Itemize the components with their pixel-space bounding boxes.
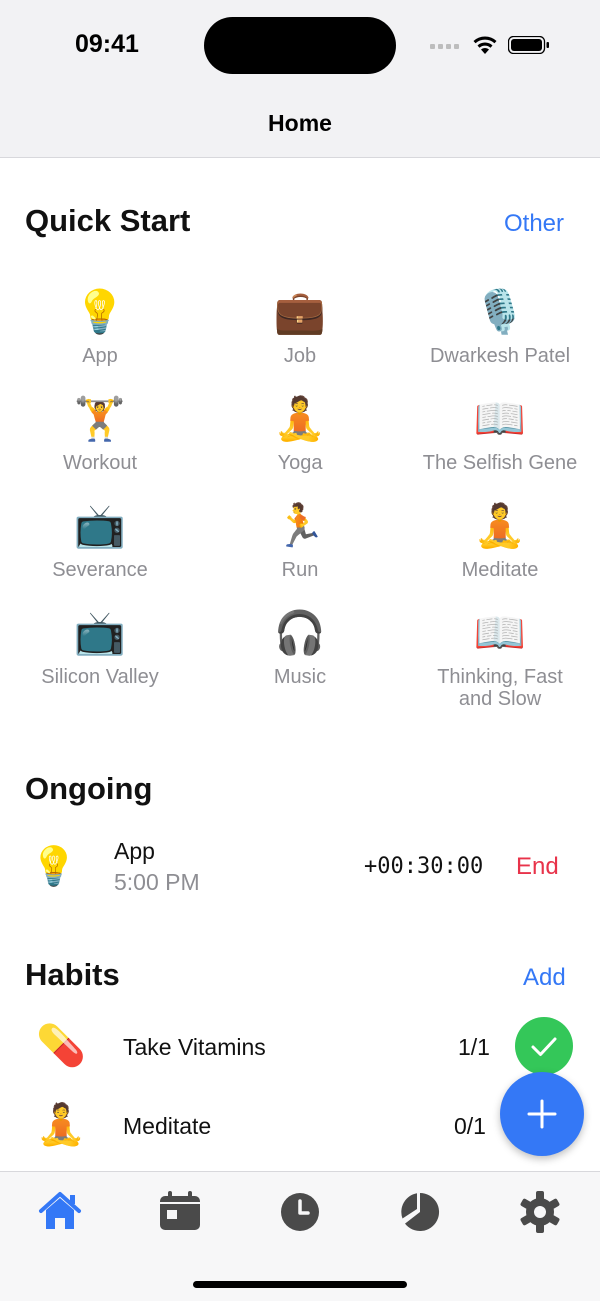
quick-start-item[interactable]: 📺 Silicon Valley (0, 608, 200, 688)
home-icon (39, 1192, 81, 1229)
open-book-icon: 📖 (473, 395, 527, 442)
habit-count: 0/1 (454, 1113, 486, 1139)
headphones-icon: 🎧 (273, 609, 327, 656)
quick-start-label: Yoga (277, 452, 323, 474)
habit-name: Meditate (123, 1113, 212, 1139)
quick-start-item[interactable]: 💡 App (0, 287, 200, 367)
quick-start-label: Job (283, 345, 317, 367)
tab-history[interactable] (276, 1188, 324, 1236)
ongoing-start-time: 5:00 PM (114, 869, 200, 895)
habits-title: Habits (25, 957, 120, 992)
status-time: 09:41 (75, 30, 139, 58)
battery-icon (508, 36, 549, 54)
ongoing-activity-name: App (114, 838, 155, 864)
meditation-icon: 🧘 (36, 1103, 86, 1147)
television-icon: 📺 (73, 609, 127, 656)
navigation-bar: Home (0, 90, 600, 158)
pill-icon: 💊 (36, 1024, 86, 1068)
wifi-icon (473, 36, 497, 54)
checkmark-icon (531, 1037, 557, 1056)
television-icon: 📺 (73, 502, 127, 549)
quick-start-item[interactable]: 📺 Severance (0, 501, 200, 581)
quick-start-item[interactable]: 🧘 Yoga (200, 394, 400, 474)
status-bar: 09:41 (0, 0, 600, 90)
quick-start-item[interactable]: 🏋️ Workout (0, 394, 200, 474)
other-button[interactable]: Other (504, 210, 564, 238)
calendar-icon (160, 1191, 200, 1230)
add-activity-fab[interactable] (500, 1072, 584, 1156)
quick-start-label: Music (273, 666, 327, 688)
quick-start-label: Severance (52, 559, 148, 581)
tab-home[interactable] (36, 1188, 84, 1236)
lightbulb-icon: 💡 (73, 288, 127, 335)
quick-start-label: Thinking, Fast and Slow (437, 666, 563, 710)
open-book-icon: 📖 (473, 609, 527, 656)
runner-icon: 🏃 (273, 502, 327, 549)
plus-icon (527, 1099, 557, 1129)
quick-start-label: Run (281, 559, 319, 581)
quick-start-item[interactable]: 🧘 Meditate (400, 501, 600, 581)
quick-start-label: The Selfish Gene (422, 452, 578, 474)
tab-calendar[interactable] (156, 1188, 204, 1236)
meditation-icon: 🧘 (473, 502, 527, 549)
tab-settings[interactable] (516, 1188, 564, 1236)
habit-name: Take Vitamins (123, 1034, 266, 1060)
end-button[interactable]: End (516, 853, 559, 881)
microphone-icon: 🎙️ (473, 288, 527, 335)
quick-start-title: Quick Start (25, 203, 191, 238)
lightbulb-icon: 💡 (30, 846, 78, 888)
quick-start-item[interactable]: 📖 The Selfish Gene (400, 394, 600, 474)
quick-start-item[interactable]: 🎧 Music (200, 608, 400, 688)
cellular-signal-icon (430, 44, 462, 50)
weightlifter-icon: 🏋️ (73, 395, 127, 442)
gear-icon (520, 1191, 560, 1233)
tab-stats[interactable] (396, 1188, 444, 1236)
quick-start-item[interactable]: 🏃 Run (200, 501, 400, 581)
pie-chart-icon (401, 1193, 440, 1231)
quick-start-item[interactable]: 📖 Thinking, Fast and Slow (400, 608, 600, 710)
quick-start-label: App (82, 345, 118, 367)
quick-start-item[interactable]: 🎙️ Dwarkesh Patel (400, 287, 600, 367)
habit-count: 1/1 (458, 1034, 490, 1060)
clock-icon (281, 1193, 319, 1231)
home-indicator (193, 1281, 407, 1288)
meditation-icon: 🧘 (273, 395, 327, 442)
ongoing-title: Ongoing (25, 771, 153, 806)
dynamic-island (204, 17, 396, 74)
quick-start-label: Meditate (461, 559, 539, 581)
quick-start-label: Workout (62, 452, 138, 474)
page-title: Home (268, 110, 332, 136)
quick-start-label: Silicon Valley (41, 666, 159, 688)
ongoing-duration: +00:30:00 (364, 854, 484, 879)
quick-start-item[interactable]: 💼 Job (200, 287, 400, 367)
habit-complete-button[interactable] (515, 1017, 573, 1075)
briefcase-icon: 💼 (273, 288, 327, 335)
add-habit-button[interactable]: Add (523, 964, 566, 992)
quick-start-label: Dwarkesh Patel (429, 345, 571, 367)
